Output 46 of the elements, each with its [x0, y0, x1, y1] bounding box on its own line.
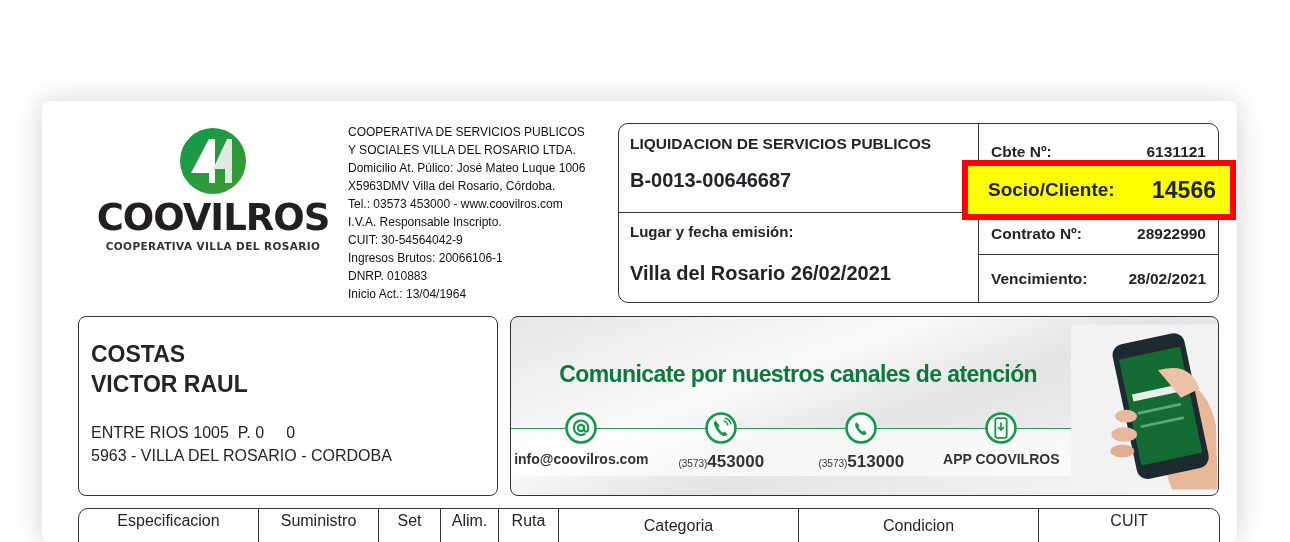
company-info-line: CUIT: 30-54564042-9 [348, 232, 464, 249]
company-info-line: Y SOCIALES VILLA DEL ROSARIO LTDA. [348, 142, 577, 159]
field-value: 14566 [1152, 175, 1216, 205]
column-header: Alim. [441, 509, 499, 542]
email-address: info@coovilros.com [514, 449, 649, 469]
customer-address: ENTRE RIOS 1005 P. 0 0 [91, 423, 297, 443]
logo-subtitle: COOPERATIVA VILLA DEL ROSARIO [105, 239, 321, 254]
field-value: 28922990 [1137, 224, 1206, 245]
customer-address: 5963 - VILLA DEL ROSARIO - CORDOBA [91, 446, 393, 466]
document-title: LIQUIDACION DE SERVICIOS PUBLICOS [630, 134, 933, 154]
company-info-line: Tel.: 03573 453000 - www.coovilros.com [348, 196, 564, 213]
company-info-line: I.V.A. Responsable Inscripto. [348, 214, 503, 231]
at-icon [565, 411, 598, 444]
company-info-line: DNRP. 010883 [348, 268, 429, 285]
column-header: Suministro [259, 509, 379, 542]
field-value: 6131121 [1146, 142, 1206, 163]
phone-icon [705, 411, 738, 444]
field-label: Vencimiento: [991, 268, 1088, 289]
document-number: B-0013-00646687 [630, 168, 793, 194]
customer-name: VICTOR RAUL [91, 370, 249, 399]
mobile-download-icon [985, 411, 1018, 444]
company-info-line: Inicio Act.: 13/04/1964 [348, 286, 468, 303]
column-header: Set [379, 509, 441, 542]
logo-icon [179, 127, 247, 195]
phone-number: (3573)513000 [818, 450, 905, 473]
banner-heading: Comunicate por nuestros canales de atención [559, 360, 1039, 389]
customer-name: COSTAS [91, 340, 187, 369]
field-label: Socio/Cliente: [988, 177, 1115, 202]
company-info-line: X5963DMV Villa del Rosario, Córdoba. [348, 178, 557, 195]
field-label: Cbte Nº: [991, 142, 1052, 163]
app-name: APP COOVILROS [943, 449, 1060, 469]
column-header: Categoria [559, 509, 799, 542]
column-header: Especificacion [79, 509, 259, 542]
column-header: CUIT [1109, 511, 1149, 531]
issue-place-date: Villa del Rosario 26/02/2021 [630, 260, 892, 286]
company-info-line: Ingresos Brutos: 20066106-1 [348, 250, 504, 267]
column-header: Condicion [799, 509, 1039, 542]
phone-number: (3573)453000 [678, 450, 765, 473]
chat-phone-icon [845, 411, 878, 444]
field-label: Contrato Nº: [991, 224, 1082, 245]
field-value: 28/02/2021 [1128, 268, 1206, 289]
logo-wordmark: COOVILROS [96, 199, 330, 236]
field-label: Lugar y fecha emisión: [630, 222, 795, 242]
column-header: Ruta [499, 509, 559, 542]
company-info-line: Domicilio At. Púlico: José Mateo Luque 1006 [348, 160, 587, 177]
company-info-line: COOPERATIVA DE SERVICIOS PUBLICOS [348, 124, 586, 141]
